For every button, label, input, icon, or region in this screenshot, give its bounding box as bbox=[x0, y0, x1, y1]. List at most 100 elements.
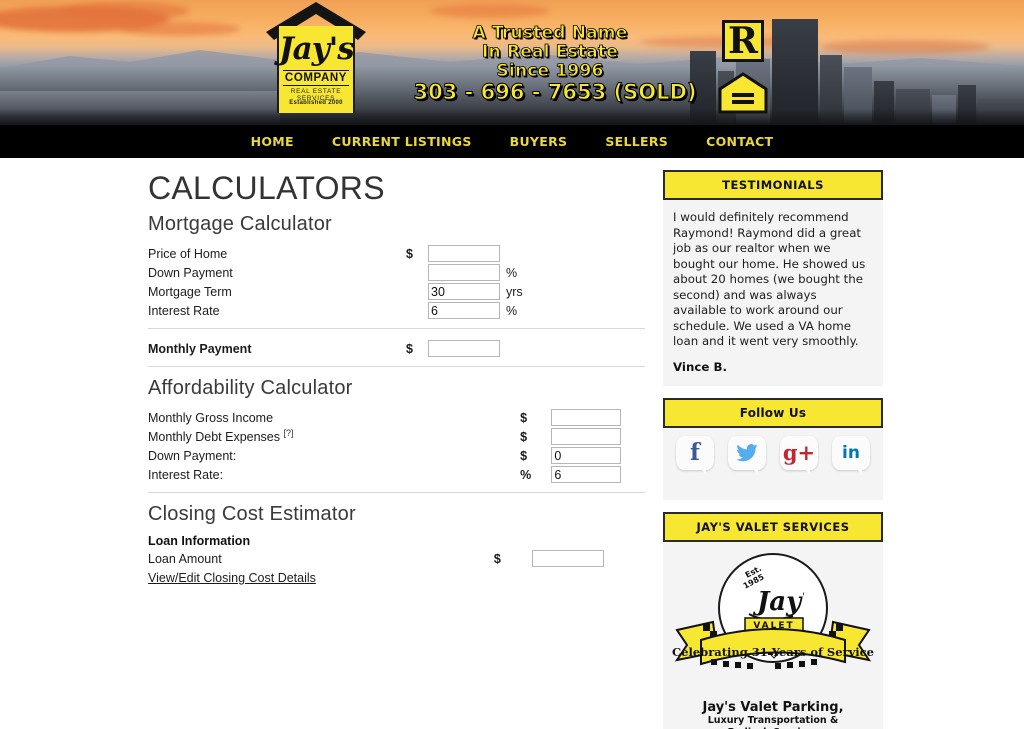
monthly-debt-expenses-input[interactable] bbox=[551, 428, 622, 445]
nav-item-sellers[interactable]: SELLERS bbox=[605, 134, 668, 149]
row-unit: yrs bbox=[506, 284, 523, 299]
logo-company-word: COMPANY bbox=[283, 70, 349, 86]
valet-services-panel: Est. 1985 Jay ' VALET Celebrating 31 Yea… bbox=[663, 541, 883, 729]
nav-item-buyers[interactable]: BUYERS bbox=[510, 134, 568, 149]
mortgage-calculator-table: Price of Home $ Down Payment % Mortgage … bbox=[148, 244, 645, 320]
affordability-calculator-heading: Affordability Calculator bbox=[148, 377, 353, 399]
row-label: Mortgage Term bbox=[148, 284, 232, 299]
mortgage-calculator-heading: Mortgage Calculator bbox=[148, 213, 332, 235]
google-plus-glyph: g+ bbox=[782, 440, 816, 465]
closing-cost-estimator-heading: Closing Cost Estimator bbox=[148, 503, 356, 525]
loan-amount-input[interactable] bbox=[531, 550, 604, 567]
linkedin-glyph: in bbox=[842, 442, 860, 463]
sidebar-gap bbox=[663, 499, 883, 512]
nav-item-contact[interactable]: CONTACT bbox=[706, 134, 773, 149]
valet-ribbon-text: Celebrating 31 Years of Service bbox=[672, 645, 874, 659]
table-row: Monthly Debt Expenses [?] $ bbox=[148, 427, 645, 446]
row-symbol: $ bbox=[520, 429, 528, 444]
row-label-text: Monthly Debt Expenses bbox=[148, 430, 281, 445]
monthly-gross-income-input[interactable] bbox=[551, 409, 622, 426]
row-label: Down Payment bbox=[148, 265, 233, 280]
divider bbox=[148, 328, 645, 329]
nav-item-current-listings[interactable]: CURRENT LISTINGS bbox=[332, 134, 472, 149]
sidebar-gap bbox=[663, 385, 883, 398]
testimonial-text: I would definitely recommend Raymond! Ra… bbox=[673, 210, 866, 348]
row-label-text: Monthly Gross Income bbox=[148, 410, 274, 425]
twitter-bird-glyph bbox=[736, 443, 758, 461]
row-symbol: $ bbox=[520, 448, 528, 463]
banner-headline: A Trusted Name In Real Estate Since 1996 bbox=[400, 23, 700, 81]
table-row: Price of Home $ bbox=[148, 244, 645, 263]
row-symbol: $ bbox=[493, 551, 501, 566]
row-symbol bbox=[406, 301, 428, 320]
main-navigation: HOME CURRENT LISTINGS BUYERS SELLERS CON… bbox=[0, 125, 1024, 158]
row-label: Price of Home bbox=[148, 246, 228, 261]
follow-us-header: Follow Us bbox=[663, 397, 883, 428]
cloud-decoration bbox=[120, 22, 240, 36]
view-edit-closing-cost-details-link[interactable]: View/Edit Closing Cost Details bbox=[148, 571, 316, 585]
price-of-home-input[interactable] bbox=[428, 245, 500, 262]
table-row: Down Payment: $ bbox=[148, 446, 645, 465]
row-label: Monthly Gross Income bbox=[148, 408, 520, 427]
page-title: CALCULATORS bbox=[148, 170, 385, 206]
linkedin-icon[interactable]: in bbox=[832, 435, 870, 475]
row-label: Interest Rate: bbox=[148, 465, 520, 484]
monthly-payment-output[interactable] bbox=[428, 340, 500, 357]
equal-housing-logo-icon bbox=[718, 72, 768, 114]
table-row: Loan Amount $ bbox=[148, 549, 645, 568]
cloud-decoration bbox=[60, 2, 190, 20]
facebook-icon[interactable]: f bbox=[676, 435, 714, 475]
divider bbox=[148, 492, 645, 493]
testimonials-panel: I would definitely recommend Raymond! Ra… bbox=[663, 200, 883, 386]
social-panel-spacer bbox=[663, 473, 883, 500]
valet-business-name: Jay's Valet Parking, bbox=[702, 699, 844, 715]
affordability-down-payment-input[interactable] bbox=[551, 447, 622, 464]
headline-line-2: In Real Estate bbox=[482, 42, 619, 62]
realtor-logo-icon: R bbox=[722, 20, 764, 62]
logo-script-name: Jay's bbox=[279, 31, 355, 67]
row-symbol: $ bbox=[406, 246, 413, 261]
row-symbol: $ bbox=[520, 410, 528, 425]
row-symbol bbox=[406, 263, 428, 282]
mortgage-term-input[interactable] bbox=[428, 283, 500, 300]
headline-line-3: Since 1996 bbox=[496, 61, 604, 81]
phone-number: 303 - 696 - 7653 (SOLD) bbox=[413, 80, 697, 105]
row-unit: % bbox=[506, 303, 518, 318]
row-symbol bbox=[406, 282, 428, 301]
facebook-glyph: f bbox=[690, 439, 700, 466]
headline-line-1: A Trusted Name bbox=[472, 23, 628, 43]
jays-valet-logo-icon[interactable]: Est. 1985 Jay ' VALET Celebrating 31 Yea… bbox=[671, 548, 875, 698]
down-payment-input[interactable] bbox=[428, 264, 500, 281]
row-unit: % bbox=[506, 265, 518, 280]
cloud-decoration bbox=[430, 4, 550, 18]
row-symbol: $ bbox=[406, 341, 413, 356]
table-row: Interest Rate % bbox=[148, 301, 645, 320]
google-plus-icon[interactable]: g+ bbox=[780, 435, 818, 475]
main-content: CALCULATORS Mortgage Calculator Price of… bbox=[148, 170, 646, 587]
row-symbol: % bbox=[520, 467, 532, 482]
valet-services-header: JAY'S VALET SERVICES bbox=[663, 511, 883, 542]
help-superscript[interactable]: [?] bbox=[284, 428, 294, 438]
row-label: Monthly Debt Expenses [?] bbox=[148, 427, 520, 446]
realtor-r-letter: R bbox=[728, 20, 758, 62]
table-row: Monthly Gross Income $ bbox=[148, 408, 645, 427]
sidebar: TESTIMONIALS I would definitely recommen… bbox=[663, 170, 883, 729]
closing-cost-table: Loan Amount $ bbox=[148, 549, 645, 568]
row-label: Loan Amount bbox=[148, 551, 222, 566]
jays-company-logo[interactable]: Jay's COMPANY REAL ESTATE SERVICES Estab… bbox=[266, 0, 366, 113]
twitter-icon[interactable] bbox=[728, 435, 766, 475]
logo-body: Jay's COMPANY REAL ESTATE SERVICES Estab… bbox=[277, 26, 355, 113]
table-row: Down Payment % bbox=[148, 263, 645, 282]
logo-established: Established 2000 bbox=[289, 100, 343, 106]
nav-item-home[interactable]: HOME bbox=[251, 134, 294, 149]
row-unit bbox=[506, 244, 645, 263]
interest-rate-input[interactable] bbox=[428, 302, 500, 319]
valet-sub-line-1: Luxury Transportation & bbox=[707, 714, 839, 726]
table-row: Interest Rate: % bbox=[148, 465, 645, 484]
banner-fade bbox=[0, 109, 1024, 125]
testimonials-header: TESTIMONIALS bbox=[663, 170, 883, 200]
row-label-text: Down Payment: bbox=[148, 448, 237, 463]
table-row: Monthly Payment $ bbox=[148, 339, 645, 358]
affordability-interest-rate-input[interactable] bbox=[551, 466, 622, 483]
page-body: CALCULATORS Mortgage Calculator Price of… bbox=[0, 158, 1024, 729]
